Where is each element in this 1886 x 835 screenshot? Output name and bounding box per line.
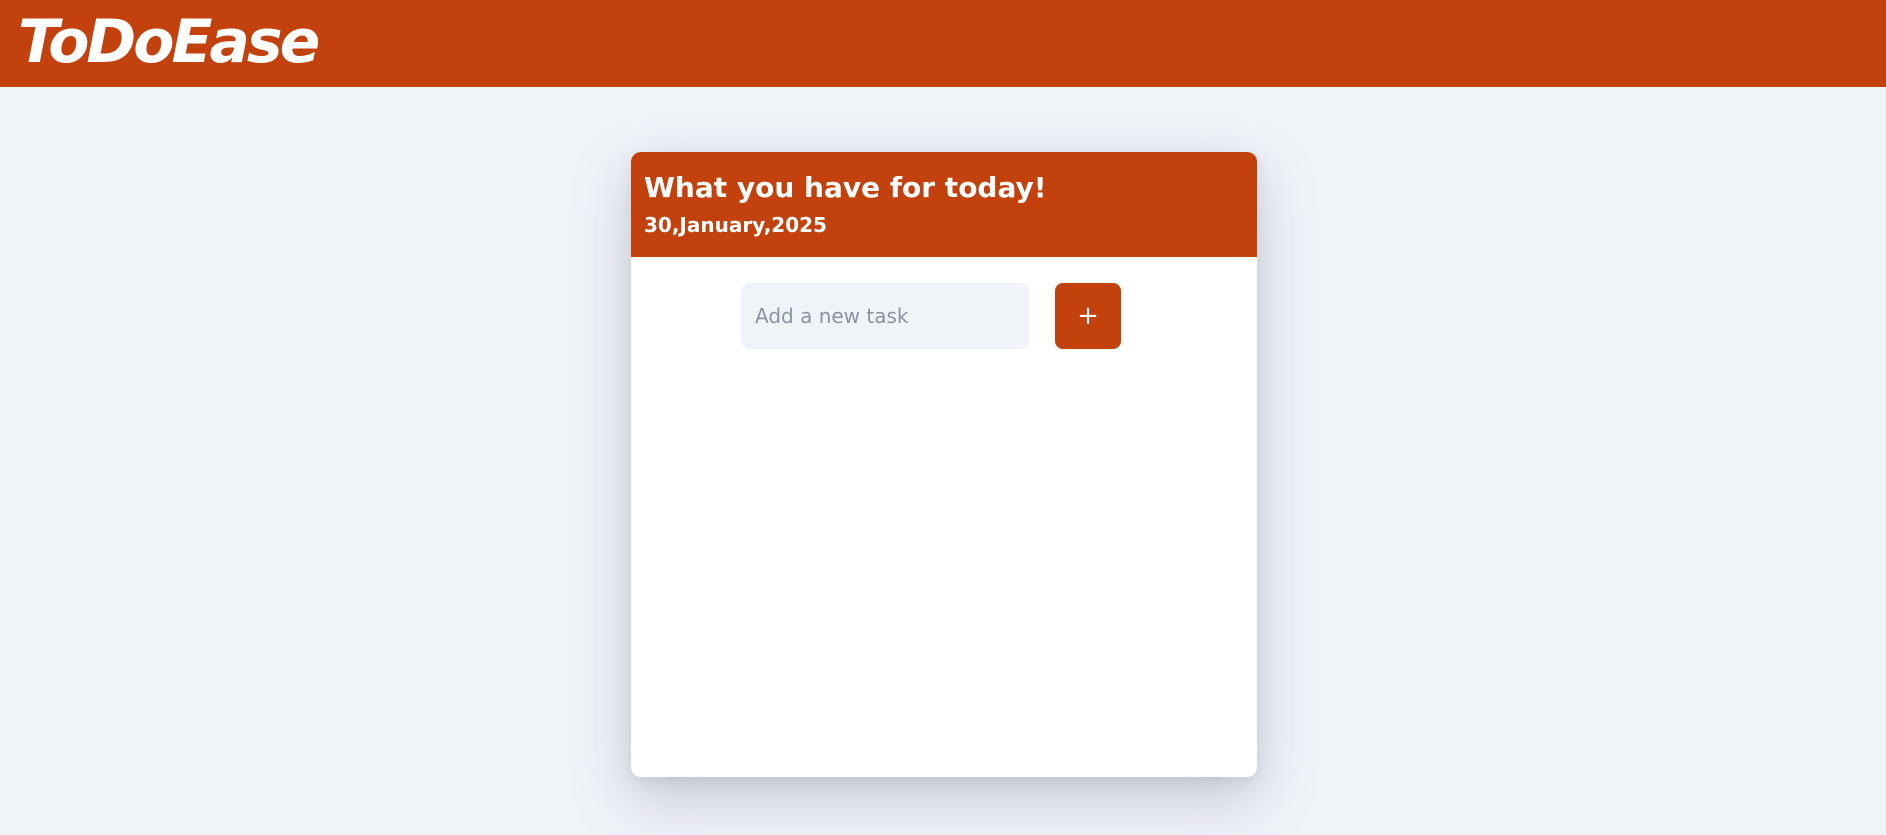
new-task-input[interactable] <box>741 283 1029 349</box>
top-navbar: ToDoEase <box>0 0 1886 87</box>
card-title: What you have for today! <box>644 171 1047 204</box>
add-task-button[interactable]: + <box>1055 283 1121 349</box>
current-date: 30,January,2025 <box>644 213 827 237</box>
todo-card: What you have for today! 30,January,2025… <box>631 152 1257 777</box>
brand-logo[interactable]: ToDoEase <box>18 2 320 82</box>
card-header: What you have for today! 30,January,2025 <box>631 152 1257 257</box>
task-list <box>631 367 1257 767</box>
